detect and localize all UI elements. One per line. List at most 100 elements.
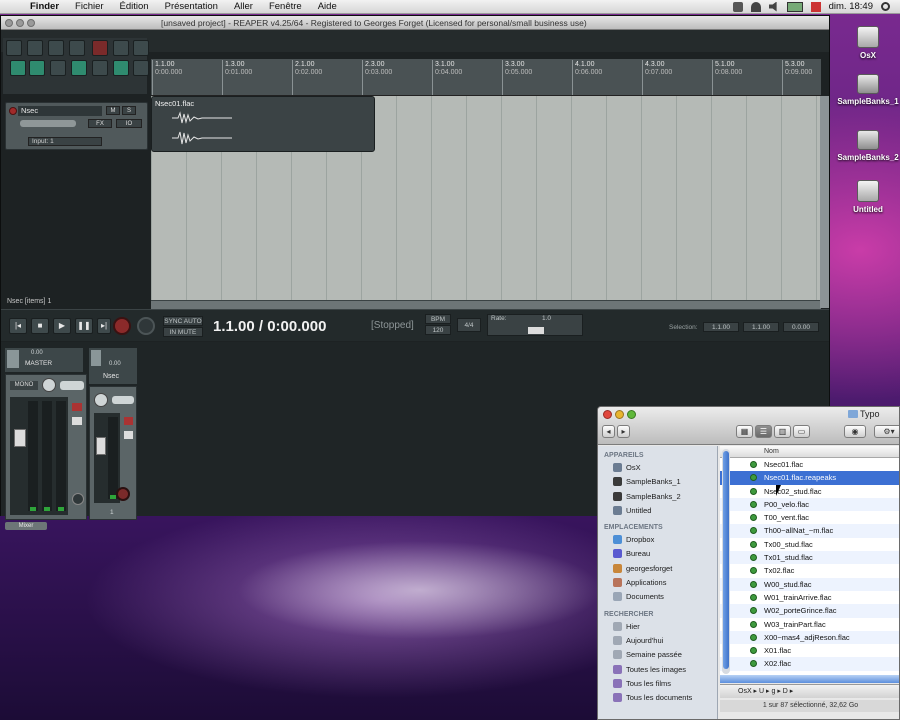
sidebar-section-search[interactable]: RECHERCHER bbox=[598, 605, 717, 620]
record-arm-button[interactable] bbox=[9, 107, 17, 115]
menu-edition[interactable]: Édition bbox=[112, 1, 157, 12]
grid-icon[interactable] bbox=[29, 60, 45, 76]
rate-control[interactable]: Rate: 1.0 bbox=[487, 314, 583, 336]
master-io-icon[interactable] bbox=[7, 350, 19, 368]
ripple-edit-icon[interactable] bbox=[50, 60, 66, 76]
close-icon[interactable] bbox=[603, 410, 612, 419]
track-solo-icon[interactable] bbox=[124, 431, 133, 439]
mono-button[interactable]: MONO bbox=[10, 381, 38, 390]
sidebar-item-documents-search[interactable]: Tous les documents bbox=[598, 691, 717, 705]
selection-start[interactable]: 1.1.00 bbox=[703, 322, 739, 332]
finder-toolbar[interactable]: Typo ◂ ▸ ▦ ☰ ▥ ▭ ◉ ⚙▾ bbox=[598, 407, 899, 445]
selection-end[interactable]: 1.1.00 bbox=[743, 322, 779, 332]
stop-button[interactable]: ■ bbox=[31, 318, 49, 334]
sidebar-item-documents[interactable]: Documents bbox=[598, 590, 717, 604]
file-row[interactable]: P00_velo.flac bbox=[720, 497, 899, 512]
media-item[interactable]: Nsec01.flac bbox=[151, 96, 375, 152]
go-to-end-button[interactable]: ▸| bbox=[97, 318, 111, 334]
file-row[interactable]: W00_stud.flac bbox=[720, 577, 899, 591]
minimize-icon[interactable] bbox=[16, 18, 24, 27]
coverflow-view-button[interactable]: ▭ bbox=[793, 425, 810, 438]
minimize-icon[interactable] bbox=[615, 410, 624, 419]
file-row[interactable]: Nsec01.flac.reapeaks bbox=[720, 471, 899, 485]
sidebar-item-untitled[interactable]: Untitled bbox=[598, 504, 717, 518]
file-row[interactable]: X01.flac bbox=[720, 644, 899, 657]
file-row[interactable]: W01_trainArrive.flac bbox=[720, 591, 899, 604]
track-strip-name[interactable]: Nsec bbox=[103, 373, 119, 380]
sidebar-item-osx[interactable]: OsX bbox=[598, 461, 717, 475]
repeat-button[interactable] bbox=[137, 317, 155, 335]
file-row[interactable]: W03_trainPart.flac bbox=[720, 618, 899, 631]
mute-button[interactable]: M bbox=[106, 106, 120, 115]
track-record-arm-icon[interactable] bbox=[116, 487, 130, 501]
desktop-icon-untitled[interactable]: Untitled bbox=[836, 180, 900, 214]
master-volume-fader[interactable] bbox=[14, 429, 26, 447]
undo-icon[interactable] bbox=[92, 40, 108, 56]
track-input-select[interactable]: Input: 1 bbox=[28, 137, 102, 146]
path-bar[interactable]: OsX ▸ U ▸ g ▸ D ▸ bbox=[720, 684, 899, 698]
sidebar-item-films[interactable]: Tous les films bbox=[598, 677, 717, 691]
track-volume-fader[interactable] bbox=[20, 120, 76, 127]
bpm-value[interactable]: 120 bbox=[425, 325, 451, 335]
solo-button[interactable]: S bbox=[122, 106, 136, 115]
sidebar-item-hier[interactable]: Hier bbox=[598, 620, 717, 634]
selection-length[interactable]: 0.0.00 bbox=[783, 322, 819, 332]
envelope-icon[interactable] bbox=[92, 60, 108, 76]
fx-button[interactable]: FX bbox=[88, 119, 112, 128]
column-view-button[interactable]: ▥ bbox=[774, 425, 791, 438]
status-menu-icon[interactable] bbox=[732, 1, 743, 12]
timeline-ruler[interactable]: 1.1.00 0:00.000 1.3.00 0:01.000 2.1.00 0:02.0… bbox=[151, 59, 821, 96]
timecode-display[interactable]: 1.1.00 / 0:00.000 bbox=[213, 318, 326, 335]
close-icon[interactable] bbox=[5, 18, 13, 27]
sidebar-item-images[interactable]: Toutes les images bbox=[598, 663, 717, 677]
record-button[interactable] bbox=[113, 317, 131, 335]
forward-button[interactable]: ▸ bbox=[617, 425, 630, 438]
desktop-icon-osx[interactable]: OsX bbox=[836, 26, 900, 60]
file-row[interactable]: Nsec02_stud.flac bbox=[720, 485, 899, 498]
item-grouping-icon[interactable] bbox=[113, 60, 129, 76]
menu-presentation[interactable]: Présentation bbox=[157, 1, 226, 12]
metronome-icon[interactable] bbox=[133, 40, 149, 56]
menu-aller[interactable]: Aller bbox=[226, 1, 261, 12]
lock-icon[interactable] bbox=[133, 60, 149, 76]
go-to-start-button[interactable]: |◂ bbox=[9, 318, 27, 334]
file-row[interactable]: T00_vent.flac bbox=[720, 511, 899, 524]
wifi-icon[interactable] bbox=[750, 1, 761, 12]
quick-look-button[interactable]: ◉ bbox=[844, 425, 866, 438]
save-project-icon[interactable] bbox=[48, 40, 64, 56]
zoom-icon[interactable] bbox=[627, 410, 636, 419]
master-pan-knob[interactable] bbox=[42, 378, 56, 392]
auto-crossfade-icon[interactable] bbox=[71, 60, 87, 76]
sidebar-section-devices[interactable]: APPAREILS bbox=[598, 446, 717, 461]
volume-icon[interactable] bbox=[768, 1, 777, 12]
action-menu-button[interactable]: ⚙▾ bbox=[874, 425, 899, 438]
play-button[interactable]: ▶ bbox=[53, 318, 71, 334]
menu-fichier[interactable]: Fichier bbox=[67, 1, 112, 12]
sidebar-item-aujourdhui[interactable]: Aujourd'hui bbox=[598, 634, 717, 648]
menu-fenetre[interactable]: Fenêtre bbox=[261, 1, 310, 12]
battery-icon[interactable] bbox=[786, 1, 803, 12]
file-row[interactable]: X00~mas4_adjReson.flac bbox=[720, 630, 899, 645]
flag-icon[interactable] bbox=[810, 1, 821, 12]
back-button[interactable]: ◂ bbox=[602, 425, 615, 438]
desktop-icon-samplebanks-1[interactable]: SampleBanks_1 bbox=[836, 74, 900, 106]
file-row[interactable]: Th00~allNat_~m.flac bbox=[720, 524, 899, 538]
snap-icon[interactable] bbox=[10, 60, 26, 76]
spotlight-icon[interactable] bbox=[881, 2, 890, 11]
master-solo-icon[interactable] bbox=[72, 417, 82, 425]
sync-auto-label[interactable]: SYNC AUTO bbox=[163, 316, 203, 326]
master-width-control[interactable] bbox=[60, 381, 84, 390]
menu-aide[interactable]: Aide bbox=[310, 1, 345, 12]
file-row[interactable]: Tx00_stud.flac bbox=[720, 538, 899, 551]
file-row[interactable]: Nsec01.flac bbox=[720, 458, 899, 471]
redo-icon[interactable] bbox=[113, 40, 129, 56]
file-list-horizontal-scrollbar[interactable] bbox=[720, 675, 899, 683]
sidebar-section-places[interactable]: EMPLACEMENTS bbox=[598, 518, 717, 533]
pause-button[interactable]: ❚❚ bbox=[75, 318, 93, 334]
rate-slider-handle[interactable] bbox=[528, 327, 544, 334]
sidebar-item-dropbox[interactable]: Dropbox bbox=[598, 533, 717, 547]
track-volume-fader[interactable] bbox=[96, 437, 106, 455]
list-view-button[interactable]: ☰ bbox=[755, 425, 772, 438]
arrange-vertical-scrollbar[interactable] bbox=[820, 96, 829, 308]
arrange-horizontal-scrollbar[interactable] bbox=[151, 300, 821, 309]
